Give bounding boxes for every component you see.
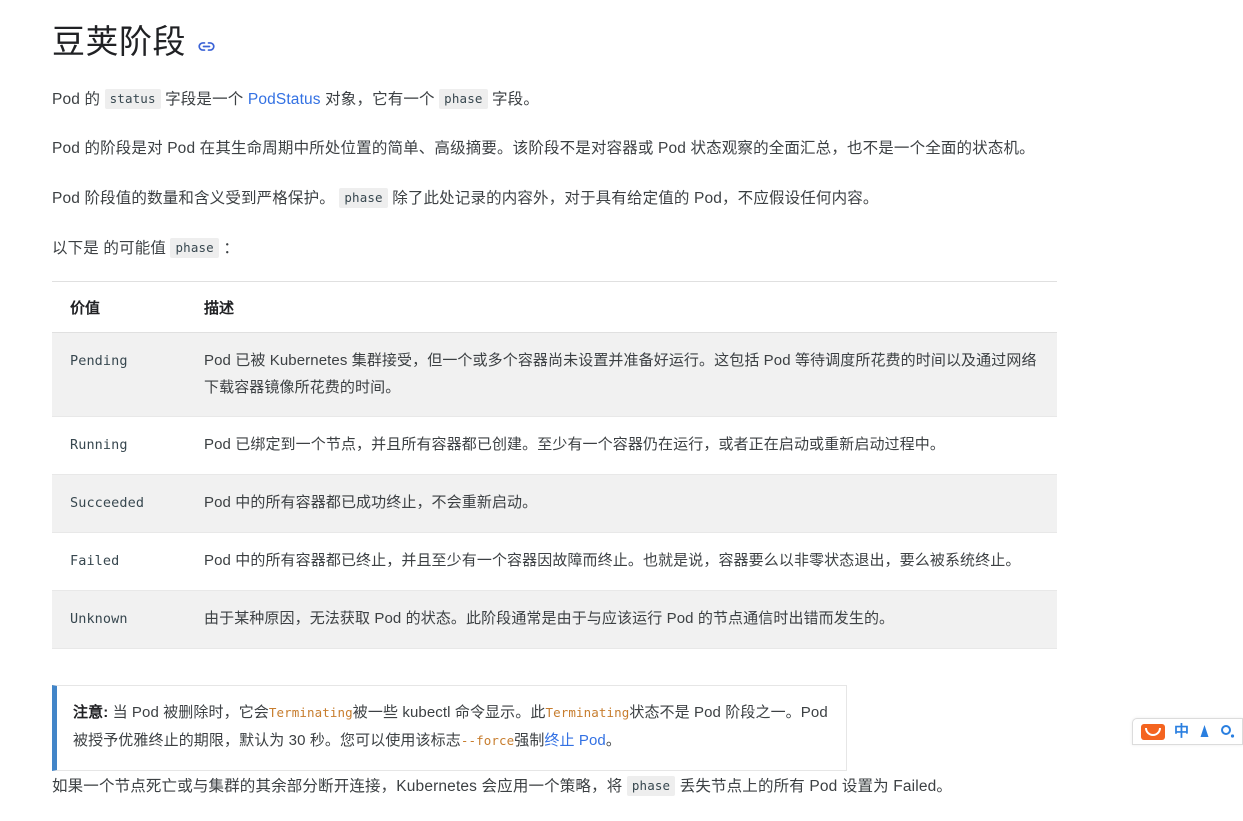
text-fragment: 被一些 kubectl 命令显示。此 xyxy=(352,704,546,721)
table-row: Failed Pod 中的所有容器都已终止，并且至少有一个容器因故障而终止。也就… xyxy=(52,532,1057,591)
code-chip-phase: phase xyxy=(626,776,676,796)
column-header-description: 描述 xyxy=(192,281,1057,333)
table-row: Unknown 由于某种原因，无法获取 Pod 的状态。此阶段通常是由于与应该运… xyxy=(52,590,1057,649)
toolbox-icon[interactable] xyxy=(1220,724,1235,739)
pen-icon[interactable] xyxy=(1198,724,1211,739)
code-terminating: Terminating xyxy=(268,705,353,720)
code-chip-phase: phase xyxy=(170,238,219,258)
text-fragment: 除了此处记录的内容外，对于具有给定值的 Pod，不应假设任何内容。 xyxy=(387,190,879,207)
text-fragment: ： xyxy=(218,240,239,257)
text-fragment: 字段是一个 xyxy=(160,91,248,108)
table-body: Pending Pod 已被 Kubernetes 集群接受，但一个或多个容器尚… xyxy=(52,332,1057,649)
phase-value: Succeeded xyxy=(52,474,192,533)
table-head: 价值 描述 xyxy=(52,281,1057,333)
note-callout: 注意: 当 Pod 被删除时，它会Terminating被一些 kubectl … xyxy=(52,685,847,771)
text-fragment: 强制 xyxy=(514,732,545,749)
table-row: Pending Pod 已被 Kubernetes 集群接受，但一个或多个容器尚… xyxy=(52,332,1057,417)
text-fragment: 。 xyxy=(605,732,621,749)
column-header-value: 价值 xyxy=(52,281,192,333)
note-text: 注意: 当 Pod 被删除时，它会Terminating被一些 kubectl … xyxy=(73,699,828,755)
text-fragment: 对象，它有一个 xyxy=(320,91,440,108)
sogou-logo-icon[interactable] xyxy=(1141,723,1165,740)
ime-toolbar[interactable]: 中 xyxy=(1132,718,1243,745)
code-terminating: Terminating xyxy=(545,705,630,720)
table-row: Running Pod 已绑定到一个节点，并且所有容器都已创建。至少有一个容器仍… xyxy=(52,416,1057,475)
code-chip-status: status xyxy=(104,89,161,109)
pod-phases-table: 价值 描述 Pending Pod 已被 Kubernetes 集群接受，但一个… xyxy=(52,281,1057,649)
note-label: 注意: xyxy=(73,704,109,721)
podstatus-link[interactable]: PodStatus xyxy=(248,91,321,108)
text-fragment: Pod 的 xyxy=(52,91,105,108)
ime-mode-label[interactable]: 中 xyxy=(1174,724,1189,739)
text-fragment: 以下是 的可能值 xyxy=(52,240,171,257)
link-icon[interactable] xyxy=(197,37,216,56)
text-fragment: 如果一个节点死亡或与集群的其余部分断开连接，Kubernetes 会应用一个策略… xyxy=(52,778,627,795)
phase-description: Pod 已被 Kubernetes 集群接受，但一个或多个容器尚未设置并准备好运… xyxy=(192,332,1057,417)
code-force-flag: --force xyxy=(460,733,515,748)
table-row: Succeeded Pod 中的所有容器都已成功终止，不会重新启动。 xyxy=(52,474,1057,533)
phase-description: Pod 中的所有容器都已成功终止，不会重新启动。 xyxy=(192,474,1057,533)
table-header-row: 价值 描述 xyxy=(52,281,1057,333)
paragraph-phase-summary: Pod 的阶段是对 Pod 在其生命周期中所处位置的简单、高级摘要。该阶段不是对… xyxy=(52,140,1035,157)
phase-description: Pod 已绑定到一个节点，并且所有容器都已创建。至少有一个容器仍在运行，或者正在… xyxy=(192,416,1057,475)
page-title: 豆荚阶段 xyxy=(52,23,186,60)
terminate-pod-link[interactable]: 终止 Pod xyxy=(544,732,605,749)
paragraph-possible-values: 以下是 的可能值 phase ： xyxy=(52,233,1062,263)
paragraph-phase-guarantee: Pod 阶段值的数量和含义受到严格保护。 phase 除了此处记录的内容外，对于… xyxy=(52,183,1062,213)
article-content: 豆荚阶段 Pod 的 status 字段是一个 PodStatus 对象，它有一… xyxy=(52,22,1062,821)
code-chip-phase: phase xyxy=(339,188,388,208)
phase-value: Unknown xyxy=(52,590,192,649)
text-fragment: 字段。 xyxy=(487,91,539,108)
document-page: 豆荚阶段 Pod 的 status 字段是一个 PodStatus 对象，它有一… xyxy=(0,0,1243,796)
code-chip-phase: phase xyxy=(439,89,488,109)
phase-value: Running xyxy=(52,416,192,475)
phase-value: Failed xyxy=(52,532,192,591)
text-fragment: 丢失节点上的所有 Pod 设置为 Failed。 xyxy=(675,778,953,795)
paragraph-status-field: Pod 的 status 字段是一个 PodStatus 对象，它有一个 pha… xyxy=(52,84,1062,114)
text-fragment: Pod 阶段值的数量和含义受到严格保护。 xyxy=(52,190,340,207)
page-title-row: 豆荚阶段 xyxy=(52,22,1062,62)
phase-value: Pending xyxy=(52,332,192,417)
paragraph-node-failure: 如果一个节点死亡或与集群的其余部分断开连接，Kubernetes 会应用一个策略… xyxy=(52,771,1062,801)
text-fragment: 当 Pod 被删除时，它会 xyxy=(108,704,269,721)
phase-description: Pod 中的所有容器都已终止，并且至少有一个容器因故障而终止。也就是说，容器要么… xyxy=(192,532,1057,591)
phase-description: 由于某种原因，无法获取 Pod 的状态。此阶段通常是由于与应该运行 Pod 的节… xyxy=(192,590,1057,649)
